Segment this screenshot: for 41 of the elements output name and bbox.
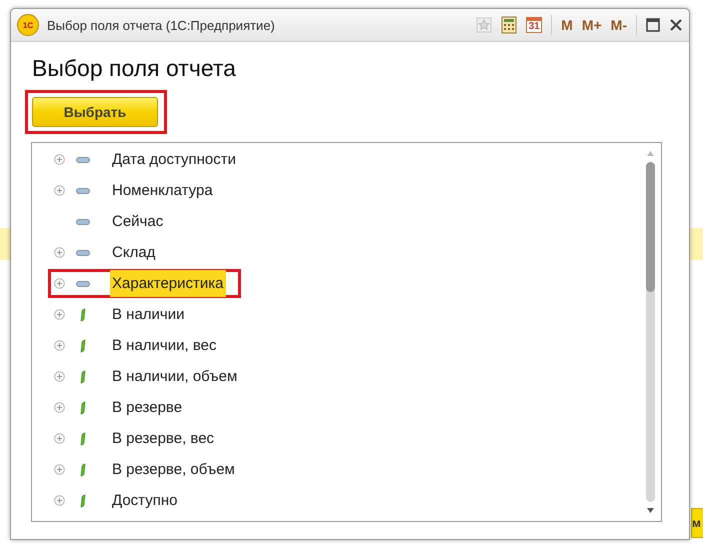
expand-icon[interactable] (54, 309, 65, 320)
field-item[interactable]: В наличии (110, 301, 187, 328)
memory-button[interactable]: M+ (582, 17, 602, 33)
calendar-button[interactable]: 31 (526, 17, 542, 33)
expand-icon[interactable] (54, 464, 65, 475)
field-item[interactable]: Сейчас (110, 208, 166, 235)
field-item[interactable]: В наличии, объем (110, 363, 240, 390)
app-logo: 1С (17, 14, 39, 36)
expand-icon[interactable] (54, 340, 65, 351)
field-item[interactable]: Номенклатура (110, 177, 215, 204)
field-item[interactable]: Склад (110, 239, 158, 266)
expand-icon[interactable] (54, 402, 65, 413)
dimension-icon (76, 218, 90, 224)
expand-icon[interactable] (54, 371, 65, 382)
select-button[interactable]: Выбрать (32, 97, 158, 127)
field-item[interactable]: Дата доступности (110, 146, 238, 173)
field-item[interactable]: Доступно (110, 487, 180, 514)
background-button[interactable]: м (691, 508, 703, 538)
dimension-icon (76, 250, 90, 256)
dimension-icon (76, 188, 90, 194)
dimension-icon (76, 156, 90, 162)
field-item[interactable]: В резерве, вес (110, 425, 216, 452)
scroll-thumb[interactable] (646, 162, 654, 292)
scroll-down-icon[interactable] (646, 508, 654, 513)
memory-button[interactable]: M (561, 17, 573, 33)
field-item[interactable]: В наличии, вес (110, 332, 218, 359)
form-heading: Выбор поля отчета (32, 55, 237, 82)
field-item[interactable]: В резерве, объем (110, 456, 237, 483)
memory-button[interactable]: M- (610, 17, 627, 33)
expand-icon[interactable] (54, 247, 65, 258)
scroll-up-icon[interactable] (646, 151, 654, 156)
maximize-icon[interactable] (646, 18, 660, 32)
star-icon[interactable] (476, 17, 492, 33)
field-item[interactable]: В резерве (110, 394, 184, 421)
window-title: Выбор поля отчета (1С:Предприятие) (47, 18, 276, 32)
expand-icon[interactable] (54, 185, 65, 196)
expand-icon[interactable] (54, 495, 65, 506)
calculator-icon[interactable] (501, 16, 518, 34)
close-icon[interactable] (669, 18, 683, 32)
expand-icon[interactable] (54, 433, 65, 444)
expand-icon[interactable] (54, 154, 65, 165)
